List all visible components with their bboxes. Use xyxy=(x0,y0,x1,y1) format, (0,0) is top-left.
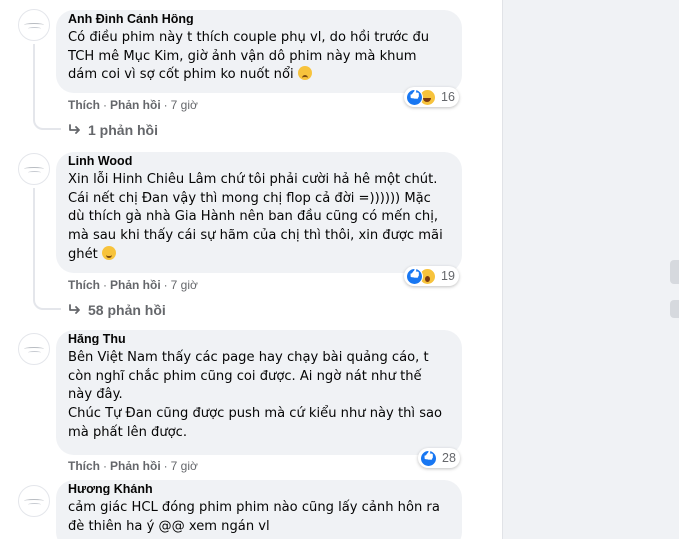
thread-connector xyxy=(33,108,61,130)
scroll-handle[interactable] xyxy=(670,260,679,284)
commenter-avatar[interactable] xyxy=(18,9,50,41)
comment-timestamp[interactable]: 7 giờ xyxy=(171,278,198,292)
comments-feed: Anh Đình Cảnh Hồng Có điều phim này t th… xyxy=(0,0,502,539)
reply-link[interactable]: Phản hồi xyxy=(110,459,161,473)
thread-connector xyxy=(33,44,35,110)
separator-dot: · xyxy=(103,98,107,112)
commenter-avatar[interactable] xyxy=(18,153,50,185)
grin-face-emoji xyxy=(101,245,116,260)
commenter-avatar[interactable] xyxy=(18,333,50,365)
reaction-count: 28 xyxy=(442,451,456,465)
like-reaction-icon xyxy=(420,449,437,467)
reaction-summary[interactable]: 19 xyxy=(404,266,459,286)
view-replies-link[interactable]: 1 phản hồi xyxy=(68,121,158,139)
reply-link[interactable]: Phản hồi xyxy=(110,278,161,292)
commenter-avatar[interactable] xyxy=(18,485,50,517)
comment-text: cảm giác HCL đóng phim phim nào cũng lấy… xyxy=(68,500,440,534)
comment-text: Có điều phim này t thích couple phụ vl, … xyxy=(68,30,430,83)
reply-arrow-icon xyxy=(69,124,80,134)
reply-link[interactable]: Phản hồi xyxy=(110,98,161,112)
separator-dot: · xyxy=(163,459,168,473)
reply-arrow-icon xyxy=(69,304,80,314)
thread-connector xyxy=(33,188,35,288)
comment-bubble: Linh Wood Xin lỗi Hinh Chiêu Lâm chứ tôi… xyxy=(56,152,462,273)
comment-author[interactable]: Hằng Thu xyxy=(68,334,140,345)
scroll-handle[interactable] xyxy=(670,300,679,318)
comment-actions: Thích · Phản hồi · 7 giờ xyxy=(68,98,198,112)
reaction-summary[interactable]: 16 xyxy=(404,87,459,107)
separator-dot: · xyxy=(163,98,168,112)
like-link[interactable]: Thích xyxy=(68,98,100,112)
like-link[interactable]: Thích xyxy=(68,278,100,292)
separator-dot: · xyxy=(163,278,168,292)
reaction-count: 16 xyxy=(441,90,455,104)
like-reaction-icon xyxy=(406,88,423,106)
reaction-summary[interactable]: 28 xyxy=(418,448,460,468)
comment-actions: Thích · Phản hồi · 7 giờ xyxy=(68,278,198,292)
comment-timestamp[interactable]: 7 giờ xyxy=(171,459,198,473)
comment-timestamp[interactable]: 7 giờ xyxy=(171,98,198,112)
comment-author[interactable]: Hương Khánh xyxy=(68,484,193,495)
reaction-count: 19 xyxy=(441,269,455,283)
comment-bubble: Anh Đình Cảnh Hồng Có điều phim này t th… xyxy=(56,10,462,93)
replies-count-label: 58 phản hồi xyxy=(88,302,166,318)
comment-bubble: Hằng Thu Bên Việt Nam thấy các page hay … xyxy=(56,330,462,455)
comment-author[interactable]: Anh Đình Cảnh Hồng xyxy=(68,14,228,25)
right-side-panel xyxy=(502,0,679,539)
separator-dot: · xyxy=(103,459,107,473)
comment-bubble: Hương Khánh cảm giác HCL đóng phim phim … xyxy=(56,480,462,539)
sad-face-emoji xyxy=(297,66,312,81)
replies-count-label: 1 phản hồi xyxy=(88,122,158,138)
comment-text: Bên Việt Nam thấy các page hay chạy bài … xyxy=(68,350,443,440)
view-replies-link[interactable]: 58 phản hồi xyxy=(68,301,166,319)
like-link[interactable]: Thích xyxy=(68,459,100,473)
thread-connector xyxy=(33,286,61,310)
comment-text: Xin lỗi Hinh Chiêu Lâm chứ tôi phải cười… xyxy=(68,172,443,262)
like-reaction-icon xyxy=(406,267,423,285)
separator-dot: · xyxy=(103,278,107,292)
comment-actions: Thích · Phản hồi · 7 giờ xyxy=(68,459,198,473)
comment-author[interactable]: Linh Wood xyxy=(68,156,178,167)
